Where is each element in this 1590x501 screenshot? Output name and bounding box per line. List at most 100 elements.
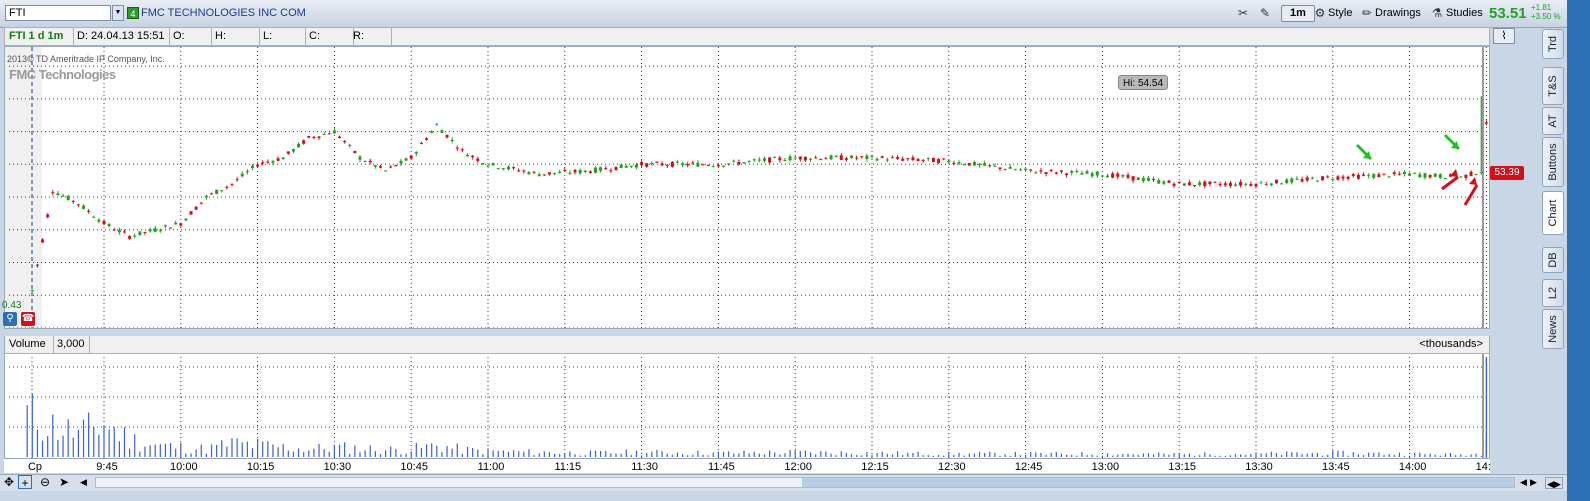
tab-chart-label: Chart (1547, 199, 1559, 227)
chart-title[interactable]: FTI 1 d 1m (5, 28, 74, 45)
candle-body (798, 156, 802, 160)
candle-body (824, 158, 828, 160)
time-scrollbar-thumb[interactable] (802, 478, 1514, 487)
tab-buttons[interactable]: Buttons (1542, 137, 1564, 187)
volume-header: Volume 3,000 <thousands> (5, 336, 1489, 354)
symbol-dropdown-icon[interactable]: ▼ (112, 5, 124, 21)
candle-body (1228, 182, 1232, 187)
candle-body (1116, 173, 1120, 177)
candle-body (368, 160, 372, 163)
candle-body (133, 235, 137, 237)
candle-body (297, 143, 301, 147)
candle-body (803, 156, 807, 161)
pan-icon[interactable]: ✥ (2, 475, 16, 489)
candle-body (1413, 172, 1417, 174)
candle-body (169, 227, 173, 229)
price-chart-panel[interactable]: 5554.55453.55352.55251.551 (4, 46, 1490, 329)
volume-chart-svg[interactable]: 15010050 (5, 337, 1489, 458)
price-chart-svg[interactable]: 5554.55453.55352.55251.551 (5, 47, 1489, 328)
tab-news[interactable]: News (1542, 309, 1564, 349)
candle-body (1469, 171, 1473, 176)
candle-body (471, 155, 475, 158)
chart-mode-icon[interactable]: ⌇ (1493, 28, 1515, 44)
tab-chart[interactable]: Chart (1542, 191, 1564, 235)
tab-db[interactable]: DB (1542, 247, 1564, 273)
time-scrollbar[interactable] (95, 477, 1515, 488)
candle-body (1039, 170, 1043, 172)
scroll-left-icon[interactable]: ◀ (80, 477, 90, 487)
candle-body (97, 219, 101, 222)
candle-body (752, 159, 756, 161)
candle-body (112, 229, 116, 231)
candle-body (747, 160, 751, 162)
net-change-value: +1.81 (1531, 3, 1552, 12)
candle-body (353, 150, 357, 153)
info-close: C: 53.39 (305, 28, 354, 59)
candle-body (1213, 181, 1217, 183)
candle-body (378, 165, 382, 168)
scroll-end-icon[interactable]: ▶ (1530, 477, 1540, 487)
candle-body (35, 264, 39, 266)
candle-body (542, 174, 546, 176)
time-axis-label: 11:15 (554, 461, 581, 473)
time-axis-label: 13:00 (1092, 461, 1120, 473)
candle-body (1075, 171, 1079, 173)
time-axis-label: 11:30 (631, 461, 658, 473)
scroll-right-icon[interactable]: ◀ (1520, 477, 1530, 487)
candle-body (578, 169, 582, 174)
candle-body (179, 223, 183, 226)
candle-body (793, 157, 797, 159)
candle-body (711, 166, 715, 168)
candle-body (599, 167, 603, 171)
candle-body (307, 136, 311, 138)
candle-body (256, 164, 260, 167)
candle-body (839, 155, 843, 160)
candle-body (1244, 183, 1248, 185)
time-axis-label: 14:00 (1399, 461, 1427, 473)
studies-button[interactable]: Studies (1446, 4, 1483, 22)
candle-body (727, 163, 731, 165)
candle-body (163, 225, 167, 227)
candle-body (1106, 175, 1110, 178)
cursor-icon[interactable]: ➤ (57, 475, 71, 489)
time-axis-label: 9:45 (96, 461, 117, 473)
tab-time-and-sales[interactable]: T&S (1542, 67, 1564, 105)
info-high: H: 53.41 (211, 28, 260, 59)
candle-body (1090, 173, 1094, 177)
pick-tool-icon[interactable]: ✎ (1257, 5, 1273, 21)
tab-at-label: AT (1547, 114, 1559, 128)
link-group-badge[interactable]: 4 (127, 7, 139, 19)
candle-body (681, 163, 685, 166)
style-button[interactable]: Style (1328, 4, 1352, 22)
candle-body (138, 231, 142, 235)
zoom-out-icon[interactable]: ⊖ (38, 475, 52, 489)
candle-body (1013, 169, 1017, 171)
settings-wrench-icon[interactable]: ✂ (1235, 5, 1251, 21)
alert-icon[interactable]: ⚲ (3, 312, 17, 326)
candle-body (225, 186, 229, 188)
candle-body (76, 204, 80, 206)
volume-chart-panel[interactable]: 15010050 (4, 336, 1490, 459)
candle-body (174, 222, 178, 225)
phone-icon[interactable]: ☎ (21, 312, 35, 326)
net-change-percent: +3.50 % (1531, 12, 1561, 21)
tab-trd[interactable]: Trd (1542, 29, 1564, 59)
collapse-panel-icon[interactable]: ◀▶ (1545, 477, 1563, 489)
drawings-button[interactable]: Drawings (1375, 4, 1421, 22)
candle-body (537, 174, 541, 177)
symbol-input[interactable]: FTI (5, 5, 111, 21)
candle-body (931, 157, 935, 163)
high-bubble: Hi: 54.54 (1118, 75, 1168, 90)
candle-body (834, 155, 838, 157)
candle-body (1459, 176, 1463, 178)
time-axis-label: 14:15 (1476, 461, 1490, 473)
candle-body (1193, 185, 1197, 187)
zoom-in-icon[interactable]: + (18, 475, 32, 490)
candle-body (829, 155, 833, 160)
interval-button[interactable]: 1m (1281, 5, 1315, 22)
candle-body (1331, 179, 1335, 181)
candle-body (762, 158, 766, 161)
tab-at[interactable]: AT (1542, 107, 1564, 135)
candle-body (430, 131, 434, 133)
tab-l2[interactable]: L2 (1542, 279, 1564, 307)
